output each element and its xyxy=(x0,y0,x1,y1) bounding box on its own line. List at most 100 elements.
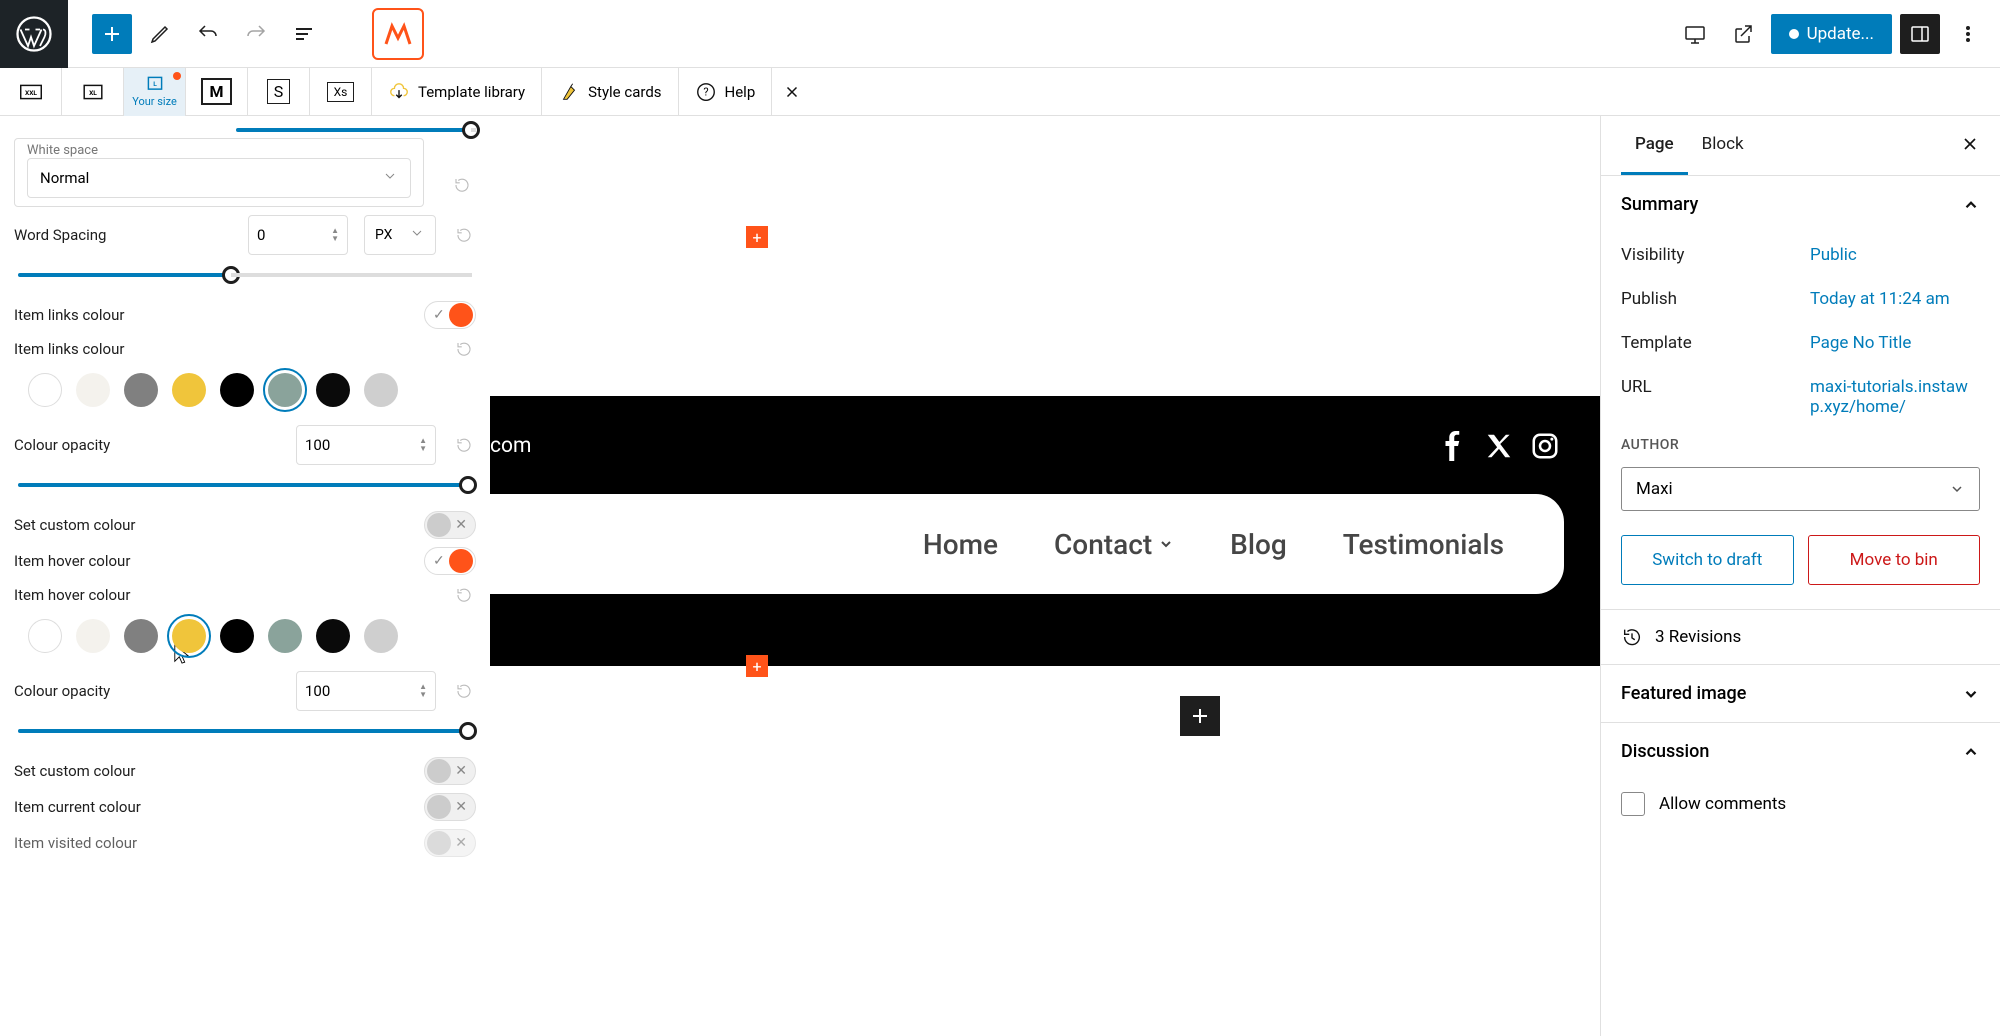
edit-button[interactable] xyxy=(140,14,180,54)
redo-button[interactable] xyxy=(236,14,276,54)
colour-swatch[interactable] xyxy=(220,619,254,653)
maxi-badge[interactable] xyxy=(372,8,424,60)
colour-swatch[interactable] xyxy=(76,373,110,407)
template-value[interactable]: Page No Title xyxy=(1810,333,1980,353)
template-library-button[interactable]: Template library xyxy=(372,68,542,116)
opacity-value[interactable] xyxy=(305,436,365,454)
add-block-bottom-button[interactable] xyxy=(1180,696,1220,736)
screen-icon: L xyxy=(144,75,166,93)
add-block-button[interactable] xyxy=(92,14,132,54)
size-s-button[interactable]: S xyxy=(248,68,310,116)
colour-swatch[interactable] xyxy=(220,373,254,407)
colour-swatch[interactable] xyxy=(76,619,110,653)
item-hover-colour-toggle[interactable]: ✓ xyxy=(424,547,476,575)
opacity-slider-2[interactable] xyxy=(18,729,472,733)
url-value[interactable]: maxi-tutorials.instawp.xyz/home/ xyxy=(1810,377,1980,417)
history-icon xyxy=(1621,626,1643,648)
switch-draft-button[interactable]: Switch to draft xyxy=(1621,535,1794,585)
x-twitter-icon[interactable] xyxy=(1484,431,1514,461)
word-spacing-unit-select[interactable]: PX xyxy=(364,215,436,255)
reset-opacity-button[interactable] xyxy=(452,433,476,457)
slider-knob[interactable] xyxy=(459,722,477,740)
custom-colour-toggle[interactable]: ✕ xyxy=(424,511,476,539)
tab-block[interactable]: Block xyxy=(1688,116,1758,175)
colour-swatch[interactable] xyxy=(316,373,350,407)
wordpress-logo[interactable] xyxy=(0,0,68,68)
reset-links-colour-button[interactable] xyxy=(452,337,476,361)
external-preview-button[interactable] xyxy=(1723,14,1763,54)
allow-comments-checkbox[interactable] xyxy=(1621,792,1645,816)
size-your-button[interactable]: L Your size xyxy=(124,68,186,116)
white-space-select[interactable]: Normal xyxy=(27,158,411,198)
facebook-icon[interactable] xyxy=(1438,431,1468,461)
stepper-down-icon[interactable]: ▼ xyxy=(419,691,427,699)
slider-knob[interactable] xyxy=(462,121,480,139)
reset-opacity-2-button[interactable] xyxy=(452,679,476,703)
reset-whitespace-button[interactable] xyxy=(450,173,474,197)
item-links-colour-toggle[interactable]: ✓ xyxy=(424,301,476,329)
size-xl-button[interactable]: XL xyxy=(62,68,124,116)
stepper-down-icon[interactable]: ▼ xyxy=(419,445,427,453)
colour-swatch[interactable] xyxy=(124,619,158,653)
move-bin-button[interactable]: Move to bin xyxy=(1808,535,1981,585)
item-current-colour-toggle[interactable]: ✕ xyxy=(424,793,476,821)
item-visited-colour-toggle[interactable]: ✕ xyxy=(424,829,476,857)
word-spacing-input[interactable]: ▲▼ xyxy=(248,215,348,255)
item-visited-colour-label: Item visited colour xyxy=(14,834,414,852)
opacity-value-2[interactable] xyxy=(305,682,365,700)
canvas[interactable]: + com Home Contact Blog Testimonials xyxy=(490,116,1600,1036)
colour-swatch[interactable] xyxy=(172,373,206,407)
colour-swatch[interactable] xyxy=(124,373,158,407)
reset-hover-colour-button[interactable] xyxy=(452,583,476,607)
featured-image-header[interactable]: Featured image xyxy=(1601,664,2000,722)
nav-blog[interactable]: Blog xyxy=(1230,528,1287,561)
list-view-button[interactable] xyxy=(284,14,324,54)
colour-swatch[interactable] xyxy=(28,619,62,653)
colour-swatch[interactable] xyxy=(268,619,302,653)
custom-colour-toggle-2[interactable]: ✕ xyxy=(424,757,476,785)
nav-testimonials[interactable]: Testimonials xyxy=(1343,528,1504,561)
visibility-value[interactable]: Public xyxy=(1810,245,1980,265)
size-xxl-button[interactable]: XXL xyxy=(0,68,62,116)
colour-swatch[interactable] xyxy=(364,373,398,407)
opacity-input-2[interactable]: ▲▼ xyxy=(296,671,436,711)
word-spacing-slider[interactable] xyxy=(18,273,472,277)
colour-swatch[interactable] xyxy=(268,373,302,407)
nav-home[interactable]: Home xyxy=(923,528,998,561)
nav-contact[interactable]: Contact xyxy=(1054,528,1174,561)
revisions-row[interactable]: 3 Revisions xyxy=(1601,609,2000,664)
tab-page[interactable]: Page xyxy=(1621,116,1688,175)
instagram-icon[interactable] xyxy=(1530,431,1560,461)
opacity-input[interactable]: ▲▼ xyxy=(296,425,436,465)
stepper-down-icon[interactable]: ▼ xyxy=(331,235,339,243)
close-settings-button[interactable] xyxy=(1960,134,1980,158)
close-bar-button[interactable] xyxy=(772,68,812,116)
size-m-button[interactable]: M xyxy=(186,68,248,116)
colour-swatch[interactable] xyxy=(172,619,206,653)
size-xs-button[interactable]: Xs xyxy=(310,68,372,116)
colour-swatch[interactable] xyxy=(364,619,398,653)
add-block-top-button[interactable]: + xyxy=(746,226,768,248)
slider-knob[interactable] xyxy=(222,266,240,284)
header-block[interactable]: com Home Contact Blog Testimonials + xyxy=(490,396,1600,666)
desktop-preview-button[interactable] xyxy=(1675,14,1715,54)
publish-value[interactable]: Today at 11:24 am xyxy=(1810,289,1980,309)
discussion-label: Discussion xyxy=(1621,741,1709,762)
reset-word-spacing-button[interactable] xyxy=(452,223,476,247)
author-select[interactable]: Maxi xyxy=(1621,467,1980,511)
plus-icon: + xyxy=(752,228,761,247)
opacity-slider[interactable] xyxy=(18,483,472,487)
style-cards-button[interactable]: Style cards xyxy=(542,68,678,116)
colour-swatch[interactable] xyxy=(316,619,350,653)
slider-knob[interactable] xyxy=(459,476,477,494)
add-block-mid-button[interactable]: + xyxy=(746,655,768,677)
summary-header[interactable]: Summary xyxy=(1601,176,2000,233)
help-button[interactable]: ? Help xyxy=(679,68,773,116)
discussion-header[interactable]: Discussion xyxy=(1601,722,2000,780)
undo-button[interactable] xyxy=(188,14,228,54)
more-options-button[interactable] xyxy=(1948,14,1988,54)
colour-swatch[interactable] xyxy=(28,373,62,407)
update-button[interactable]: Update... xyxy=(1771,14,1892,54)
sidebar-toggle-button[interactable] xyxy=(1900,14,1940,54)
word-spacing-value[interactable] xyxy=(257,226,317,244)
